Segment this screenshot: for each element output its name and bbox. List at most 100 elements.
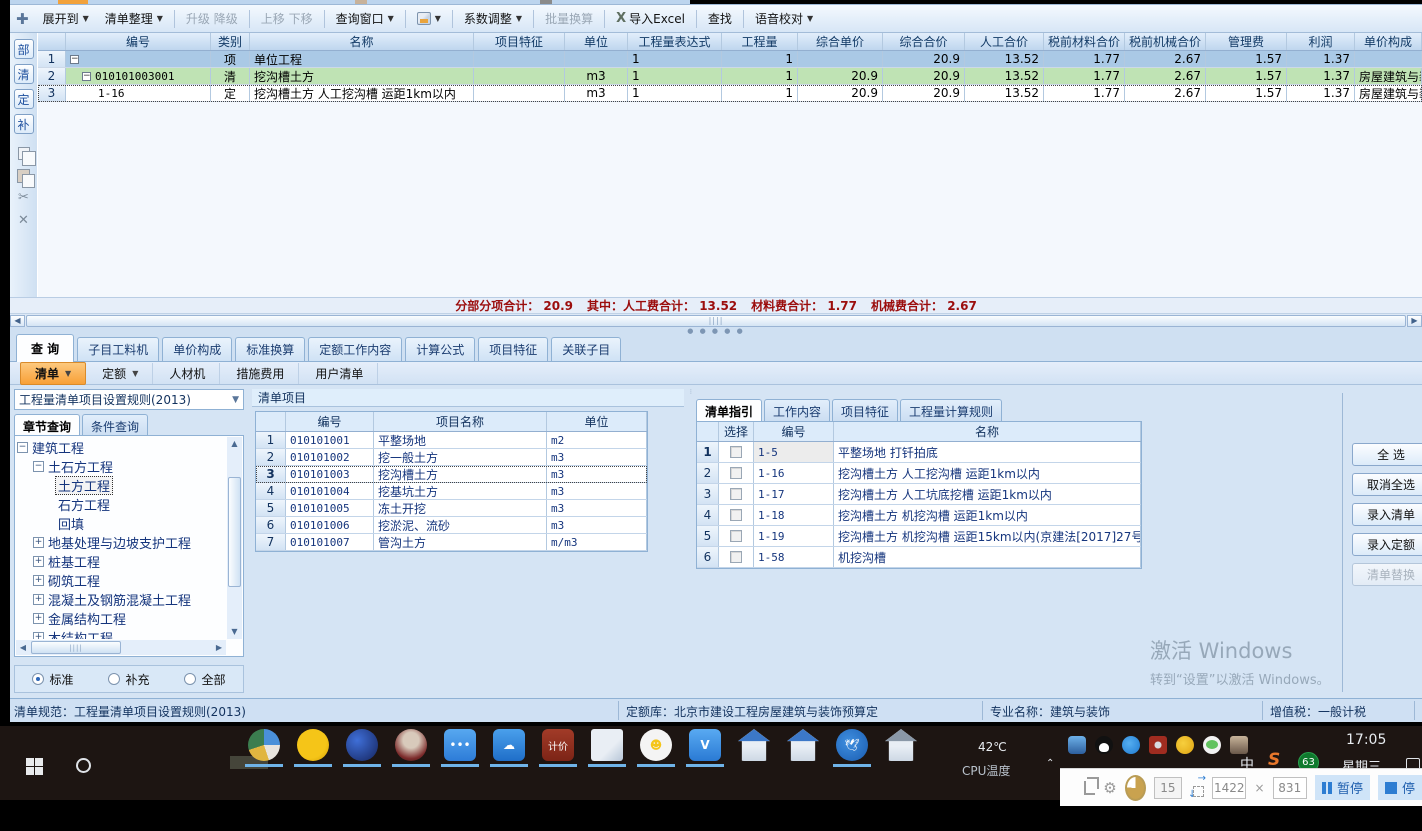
tab-query[interactable]: 查 询 — [16, 334, 74, 362]
cell-select[interactable] — [719, 484, 754, 504]
cell-material[interactable]: 1.77 — [1044, 51, 1125, 67]
collapse-icon[interactable]: − — [70, 55, 79, 64]
scroll-left-icon[interactable]: ◀ — [10, 315, 25, 327]
tab-item-feature2[interactable]: 项目特征 — [832, 399, 898, 423]
col-price-comp[interactable]: 单价构成 — [1355, 33, 1422, 50]
pause-button[interactable]: 暂停 — [1315, 775, 1370, 800]
col-code[interactable]: 编号 — [66, 33, 211, 50]
tab-related-items[interactable]: 关联子目 — [551, 337, 621, 361]
cell-machine[interactable]: 2.67 — [1125, 85, 1206, 101]
house-app-icon-3[interactable] — [885, 729, 917, 761]
resize-icon[interactable]: →↓ — [1190, 779, 1204, 797]
checkbox-icon[interactable] — [730, 509, 742, 521]
boq-row-3[interactable]: 3 1-16 定 挖沟槽土方 人工挖沟槽 运距1km以内 m3 1 1 20.9… — [38, 85, 1422, 102]
cell-unit[interactable]: m3 — [565, 68, 628, 84]
avatar-app-icon[interactable] — [395, 729, 427, 761]
checkbox-icon[interactable] — [730, 488, 742, 500]
tray-yellow-icon[interactable] — [1176, 736, 1194, 754]
expand-icon[interactable]: + — [33, 594, 44, 605]
radio-supplement[interactable]: 补充 — [108, 671, 149, 688]
col-qty-expr[interactable]: 工程量表达式 — [628, 33, 722, 50]
cell-total-price[interactable]: 20.9 — [883, 51, 965, 67]
enter-list-button[interactable]: 录入清单 — [1352, 503, 1422, 526]
cell-code[interactable]: 010101003 — [286, 466, 374, 482]
tray-wechat-icon[interactable] — [1203, 736, 1221, 754]
tree-item[interactable]: +地基处理与边坡支护工程 — [17, 533, 226, 552]
cell-unit[interactable]: m3 — [547, 483, 647, 499]
radio-all[interactable]: 全部 — [184, 671, 225, 688]
cell-material[interactable]: 1.77 — [1044, 68, 1125, 84]
list-row[interactable]: 4 010101004 挖基坑土方 m3 — [256, 483, 647, 500]
cell-name[interactable]: 挖基坑土方 — [374, 483, 547, 499]
scrollbar-thumb[interactable]: |||| — [26, 315, 1406, 327]
col-mgmt-fee[interactable]: 管理费 — [1206, 33, 1287, 50]
list-row[interactable]: 7 010101007 管沟土方 m/m3 — [256, 534, 647, 551]
col-material[interactable]: 税前材料合价 — [1044, 33, 1125, 50]
boq-row-1[interactable]: 1 − 项 单位工程 1 1 20.9 13.52 1.77 2.67 1.57… — [38, 51, 1422, 68]
cell-total-price[interactable]: 20.9 — [883, 68, 965, 84]
cancel-all-button[interactable]: 取消全选 — [1352, 473, 1422, 496]
fill-color-button[interactable]: ▼ — [409, 9, 449, 28]
cell-code[interactable]: 1-16 — [66, 85, 211, 101]
select-all-button[interactable]: 全 选 — [1352, 443, 1422, 466]
cell-feature[interactable] — [474, 51, 565, 67]
boq-row-2[interactable]: 2 −010101003001 清 挖沟槽土方 m3 1 1 20.9 20.9… — [38, 68, 1422, 85]
cell-code[interactable]: 1-5 — [754, 442, 834, 462]
col-unit-price[interactable]: 综合单价 — [798, 33, 883, 50]
tree-item[interactable]: +桩基工程 — [17, 552, 226, 571]
scroll-left-icon[interactable]: ◀ — [16, 640, 30, 655]
collapse-icon[interactable]: − — [17, 442, 28, 453]
cell-qty[interactable]: 1 — [722, 85, 798, 101]
expand-icon[interactable]: + — [33, 575, 44, 586]
cell-category[interactable]: 项 — [211, 51, 250, 67]
chat-app-icon[interactable]: ••• — [444, 729, 476, 761]
scroll-right-icon[interactable]: ▶ — [212, 640, 226, 655]
section-button[interactable]: 部 — [14, 39, 34, 59]
expand-icon[interactable]: + — [33, 556, 44, 567]
cell-name[interactable]: 挖淤泥、流砂 — [374, 517, 547, 533]
cell-qty[interactable]: 1 — [722, 51, 798, 67]
cell-code[interactable]: 1-18 — [754, 505, 834, 525]
tab-list[interactable]: 清单▼ — [20, 362, 86, 385]
checkbox-icon[interactable] — [730, 467, 742, 479]
cell-name[interactable]: 冻土开挖 — [374, 500, 547, 516]
cell-unit[interactable]: m3 — [547, 449, 647, 465]
col-select[interactable]: 选择 — [719, 422, 754, 441]
tree-item[interactable]: −建筑工程 — [17, 438, 226, 457]
radio-standard[interactable]: 标准 — [32, 671, 73, 688]
cell-code[interactable]: 1-19 — [754, 526, 834, 546]
cell-feature[interactable] — [474, 85, 565, 101]
col-name[interactable]: 名称 — [250, 33, 474, 50]
cell-profit[interactable]: 1.37 — [1287, 85, 1355, 101]
pricing-app-icon[interactable]: 计价 — [542, 729, 574, 761]
guide-row[interactable]: 2 1-16 挖沟槽土方 人工挖沟槽 运距1km以内 — [697, 463, 1141, 484]
tray-messenger-icon[interactable] — [1122, 736, 1140, 754]
cell-machine[interactable]: 2.67 — [1125, 68, 1206, 84]
collapse-icon[interactable]: − — [33, 461, 44, 472]
cell-name[interactable]: 单位工程 — [250, 51, 474, 67]
cell-name[interactable]: 挖沟槽土方 机挖沟槽 运距15km以内(京建法[2017]27号 — [834, 526, 1141, 546]
v-app-icon[interactable]: V — [689, 729, 721, 761]
ruleset-select[interactable]: 工程量清单项目设置规则(2013)▼ — [14, 389, 244, 410]
browser-icon[interactable] — [248, 729, 280, 761]
find-button[interactable]: 查找 — [700, 7, 740, 30]
cell-qty-expr[interactable]: 1 — [628, 85, 722, 101]
col-feature[interactable]: 项目特征 — [474, 33, 565, 50]
blue-sphere-app-icon[interactable] — [346, 729, 378, 761]
query-window-button[interactable]: 查询窗口▼ — [328, 7, 402, 30]
col-qty[interactable]: 工程量 — [722, 33, 798, 50]
pane-splitter[interactable]: ● ● ● ● ● — [10, 327, 1422, 335]
col-unit[interactable]: 单位 — [547, 412, 647, 431]
cell-unit[interactable]: m/m3 — [547, 534, 647, 550]
paste-icon[interactable] — [17, 169, 30, 183]
cell-labor[interactable]: 13.52 — [965, 68, 1044, 84]
guide-row[interactable]: 3 1-17 挖沟槽土方 人工坑底挖槽 运距1km以内 — [697, 484, 1141, 505]
tray-picture-icon[interactable] — [1068, 736, 1086, 754]
clock[interactable]: 17:05 — [1346, 732, 1386, 748]
coeff-adjust-button[interactable]: 系数调整▼ — [456, 7, 530, 30]
yellow-app-icon[interactable] — [297, 729, 329, 761]
notes-app-icon[interactable] — [591, 729, 623, 761]
tray-person-icon[interactable] — [1230, 736, 1248, 754]
tab-calc-formula[interactable]: 计算公式 — [405, 337, 475, 361]
cell-unit[interactable]: m3 — [547, 466, 647, 482]
